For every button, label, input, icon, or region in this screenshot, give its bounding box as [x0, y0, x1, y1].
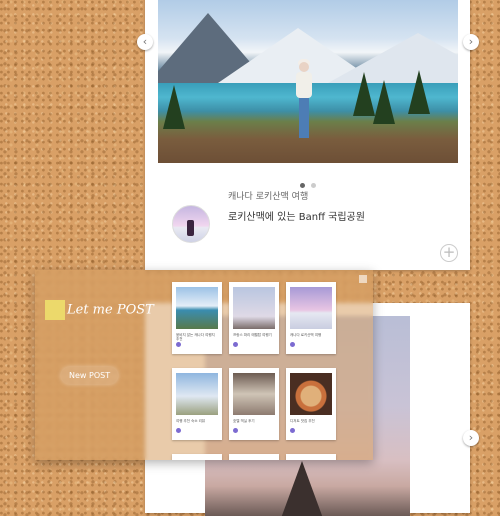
- tree: [163, 85, 185, 129]
- tile-caption: 캐나다 로키산맥 여행: [290, 333, 322, 337]
- carousel-dot-active[interactable]: [300, 183, 305, 188]
- tile-caption: 디저트 맛집 추천: [290, 419, 315, 423]
- avatar: [176, 428, 181, 433]
- chevron-left-icon[interactable]: ‹: [137, 34, 153, 50]
- tree: [408, 70, 430, 114]
- post-tile[interactable]: [172, 454, 222, 460]
- tile-image: [176, 373, 218, 415]
- post-tile[interactable]: 호텔 객실 후기: [229, 368, 279, 440]
- post-tile[interactable]: 캐나다 로키산맥 여행: [286, 282, 336, 354]
- logo: Let me POST: [45, 300, 154, 320]
- person-figure: [296, 59, 312, 144]
- avatar: [233, 428, 238, 433]
- tile-caption: 붐비지 않는 캐나다 여행지 추천: [176, 333, 215, 342]
- logo-text: Let me POST: [67, 302, 154, 318]
- avatar: [290, 428, 295, 433]
- tile-image: [176, 287, 218, 329]
- tile-image: [233, 287, 275, 329]
- tree: [353, 72, 375, 116]
- tile-caption: 프랑스 파리 에펠탑 여행기: [233, 333, 272, 337]
- sticky-note-icon: [45, 300, 65, 320]
- panel-menu-icon[interactable]: [359, 275, 367, 283]
- post-tile[interactable]: 붐비지 않는 캐나다 여행지 추천: [172, 282, 222, 354]
- eiffel-tower: [280, 461, 324, 516]
- avatar: [290, 342, 295, 347]
- carousel-dot[interactable]: [311, 183, 316, 188]
- avatar[interactable]: [172, 205, 210, 243]
- post-tile[interactable]: 디저트 맛집 추천: [286, 368, 336, 440]
- mountain: [328, 33, 458, 83]
- add-icon[interactable]: +: [440, 244, 458, 262]
- tile-caption: 호텔 객실 후기: [233, 419, 255, 423]
- avatar: [176, 342, 181, 347]
- new-post-button[interactable]: New POST: [61, 367, 119, 384]
- post-tile[interactable]: [286, 454, 336, 460]
- avatar: [233, 342, 238, 347]
- post-browser-panel: Let me POST New POST 붐비지 않는 캐나다 여행지 추천 프…: [35, 270, 373, 460]
- post-tile[interactable]: 프랑스 파리 에펠탑 여행기: [229, 282, 279, 354]
- tile-image: [290, 373, 332, 415]
- tile-image: [233, 373, 275, 415]
- tree: [373, 80, 395, 124]
- post-tile[interactable]: [229, 454, 279, 460]
- post-photo: [158, 0, 458, 163]
- chevron-right-icon[interactable]: ›: [463, 34, 479, 50]
- chevron-right-icon[interactable]: ›: [463, 430, 479, 446]
- post-title[interactable]: 로키산맥에 있는 Banff 국립공원: [228, 208, 365, 223]
- post-tile[interactable]: 여행 추천 숙소 리뷰: [172, 368, 222, 440]
- tile-caption: 여행 추천 숙소 리뷰: [176, 419, 206, 423]
- post-category: 캐나다 로키산맥 여행: [228, 192, 309, 202]
- post-card[interactable]: 캐나다 로키산맥 여행 로키산맥에 있는 Banff 국립공원 +: [145, 0, 470, 270]
- tile-image: [290, 287, 332, 329]
